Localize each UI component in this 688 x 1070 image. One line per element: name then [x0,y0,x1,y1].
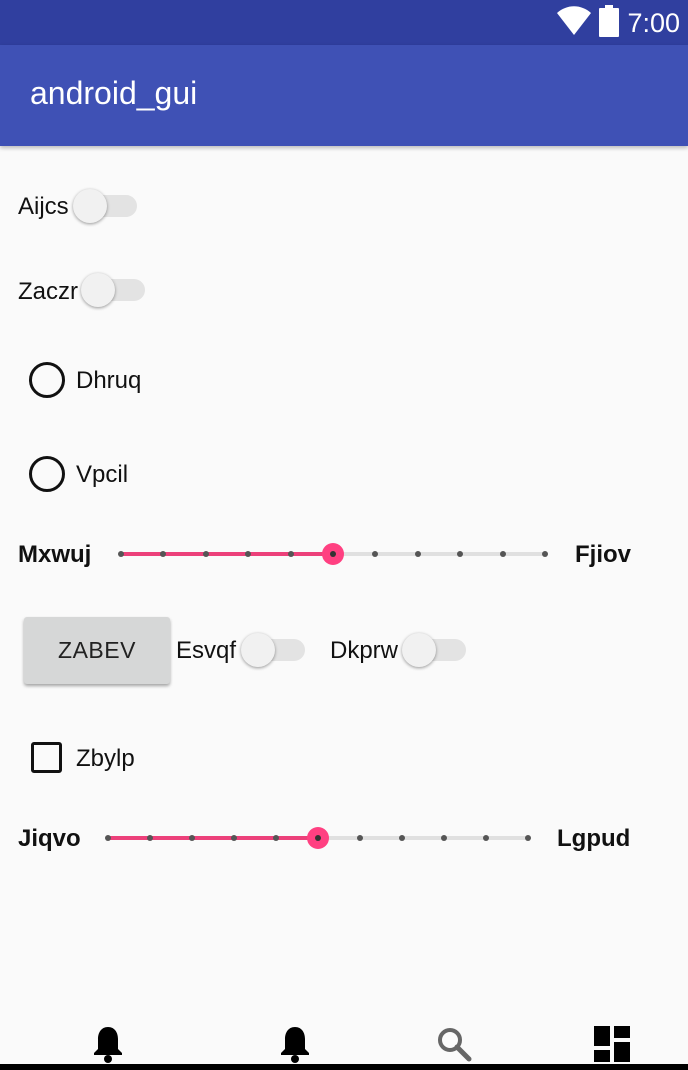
app-title: android_gui [30,75,198,111]
slider-tick [357,835,363,841]
wifi-icon [557,5,592,41]
slider-tick [457,551,464,557]
slider-tick [273,835,279,841]
switch-esvqf[interactable] [241,633,307,667]
slider-fill [121,552,333,556]
status-bar: 7:00 [0,0,688,45]
slider-tick [499,551,506,557]
system-nav-divider [0,1064,688,1070]
slider-left-label: Jiqvo [18,825,81,852]
switch-dkprw[interactable] [402,633,468,667]
slider-tick [287,551,294,557]
slider-tick [147,835,153,841]
slider-tick [202,551,209,557]
radio-label-dhruq: Dhruq [76,367,142,394]
slider-tick [231,835,237,841]
switch-label-zaczr: Zaczr [18,278,78,305]
zabev-button[interactable]: ZABEV [24,617,170,684]
bell-icon[interactable] [88,1024,128,1064]
slider-tick [525,835,531,841]
slider-tick [483,835,489,841]
slider-tick [441,835,447,841]
slider-tick [372,551,379,557]
slider-tick [542,551,548,557]
slider-tick [160,551,167,557]
slider-left-label: Mxwuj [18,541,92,568]
checkbox-label-zbylp: Zbylp [76,745,135,772]
dashboard-icon[interactable] [592,1024,632,1064]
discrete-slider-1[interactable] [118,539,548,569]
bell-icon[interactable] [275,1024,315,1064]
slider-tick [399,835,405,841]
switch-aijcs[interactable] [73,189,139,223]
switch-thumb [402,633,436,667]
slider-right-label: Lgpud [557,825,631,852]
slider-thumb[interactable] [307,827,329,849]
slider-tick [245,551,252,557]
battery-icon [599,4,620,42]
bottom-navigation [0,1010,688,1070]
slider-tick [105,835,111,841]
search-icon[interactable] [434,1024,474,1064]
discrete-slider-2[interactable] [105,823,531,853]
switch-thumb [73,189,107,223]
slider-tick [189,835,195,841]
slider-thumb[interactable] [322,543,344,565]
slider-fill [108,836,318,840]
slider-right-label: Fjiov [575,541,632,568]
switch-label-aijcs: Aijcs [18,193,69,220]
radio-label-vpcil: Vpcil [76,461,129,488]
switch-thumb [81,273,115,307]
slider-tick [414,551,421,557]
switch-zaczr[interactable] [81,273,147,307]
radio-dhruq[interactable] [29,362,65,398]
checkbox-zbylp[interactable] [31,742,62,773]
switch-label-esvqf: Esvqf [176,637,237,664]
app-bar: android_gui [0,45,688,146]
status-time: 7:00 [627,7,680,38]
radio-vpcil[interactable] [29,456,65,492]
switch-thumb [241,633,275,667]
slider-tick [118,551,124,557]
switch-label-dkprw: Dkprw [330,637,399,664]
